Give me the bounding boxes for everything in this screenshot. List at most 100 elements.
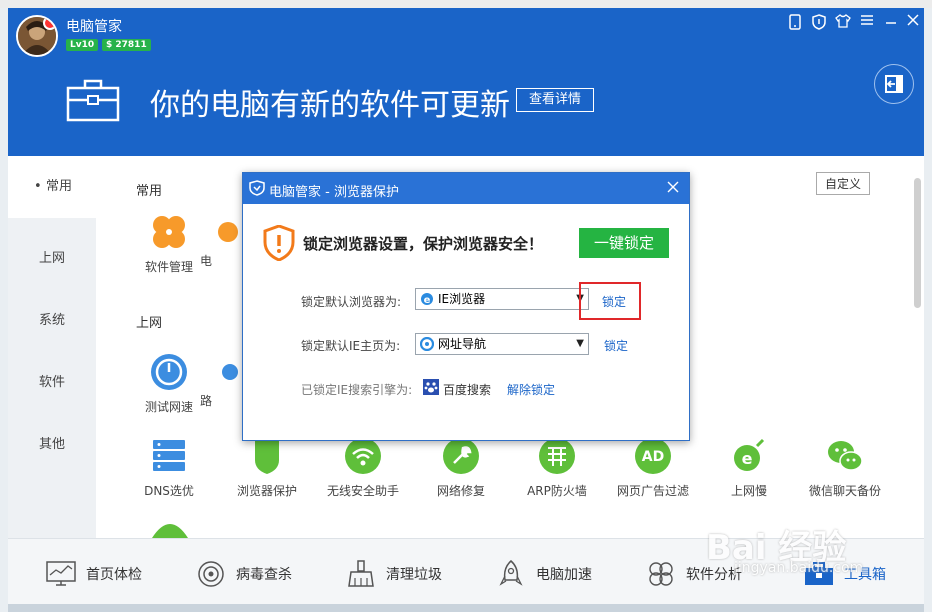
nav-label: 病毒查杀 [236, 567, 292, 583]
monitor-icon [46, 561, 76, 587]
tool-label: 电 [200, 254, 213, 268]
default-browser-select[interactable]: e IE浏览器 ▼ [415, 288, 589, 310]
highlight-box [579, 282, 641, 320]
speedometer-icon [149, 352, 189, 392]
baidu-watermark-url: jingyan.baidu.com [734, 560, 864, 576]
background-right-edge [924, 8, 932, 612]
firewall-icon [537, 436, 577, 476]
default-browser-label: 锁定默认浏览器为: [301, 295, 402, 309]
view-details-button[interactable]: 查看详情 [516, 88, 595, 112]
shield-badge-icon[interactable] [808, 14, 830, 34]
tool-label: 网页广告过滤 [616, 484, 689, 498]
nav-speed-up[interactable]: 电脑加速 [496, 560, 592, 587]
wechat-icon [825, 436, 865, 476]
tool-slow-internet[interactable]: e 上网慢 [704, 436, 794, 499]
dialog-titlebar: 电脑管家 - 浏览器保护 [243, 173, 689, 204]
tool-arp-firewall[interactable]: ARP防火墙 [512, 436, 602, 499]
header-banner: 电脑管家 Lv10 $ 27811 你的电脑有新的软件可更新 查看详情 [8, 8, 924, 156]
level-badge: Lv10 [66, 39, 99, 51]
chevron-down-icon: ▼ [576, 338, 584, 349]
svg-text:e: e [424, 295, 431, 306]
locked-search-value: 百度搜索 [443, 383, 492, 397]
adblock-icon: AD [633, 436, 673, 476]
tool-label: 微信聊天备份 [808, 484, 881, 498]
select-value: 网址导航 [438, 337, 487, 351]
warning-shield-icon [263, 224, 295, 265]
notification-dot [43, 17, 56, 30]
nav-virus-scan[interactable]: 病毒查杀 [196, 561, 292, 587]
default-homepage-label: 锁定默认IE主页为: [301, 339, 401, 353]
lock-all-button[interactable]: 一键锁定 [579, 228, 669, 258]
active-dot: • [34, 179, 42, 194]
section-common-title: 常用 [136, 184, 163, 199]
tool-label: 路 [200, 394, 213, 408]
default-homepage-select[interactable]: 网址导航 ▼ [415, 333, 589, 355]
dialog-message: 锁定浏览器设置，保护浏览器安全！ [303, 235, 544, 253]
ie-icon: e [420, 292, 434, 306]
nav-label: 首页体检 [86, 567, 142, 583]
locked-search-label: 已锁定IE搜索引擎为: [301, 383, 413, 397]
tab-software[interactable]: 软件 [8, 352, 96, 414]
tool-label: 网络修复 [436, 484, 485, 498]
lock-homepage-link[interactable]: 锁定 [604, 337, 628, 354]
section-internet-title: 上网 [136, 316, 163, 331]
tool-network-repair[interactable]: 网络修复 [416, 436, 506, 499]
svg-text:AD: AD [642, 449, 664, 465]
tool-label: 浏览器保护 [236, 484, 297, 498]
minimize-icon[interactable] [880, 14, 902, 30]
tool-wifi-assistant[interactable]: 无线安全助手 [318, 436, 408, 499]
menu-icon[interactable] [856, 14, 878, 30]
exit-toolbox-button[interactable] [874, 64, 914, 104]
customize-button[interactable]: 自定义 [816, 172, 871, 195]
rocket-icon [496, 560, 526, 587]
shield-icon [247, 436, 287, 476]
router-icon [200, 352, 240, 392]
tool-browser-protect[interactable]: 浏览器保护 [222, 436, 312, 499]
pc-manager-logo-icon [249, 180, 265, 200]
unlock-search-link[interactable]: 解除锁定 [507, 381, 555, 398]
skin-icon[interactable] [832, 14, 854, 32]
select-value: IE浏览器 [438, 292, 486, 306]
tool-partial[interactable]: 电 [200, 212, 240, 269]
tool-label: 上网慢 [730, 484, 767, 498]
server-icon [149, 436, 189, 476]
background-left-edge [0, 8, 8, 612]
tab-other[interactable]: 其他 [8, 414, 96, 476]
tool-dns[interactable]: DNS选优 [124, 436, 214, 499]
dialog-title: 电脑管家 - 浏览器保护 [269, 185, 399, 200]
tool-label: DNS选优 [144, 484, 194, 498]
tab-system[interactable]: 系统 [8, 290, 96, 352]
tool-router[interactable]: 路 [200, 352, 240, 409]
update-headline: 你的电脑有新的软件可更新 [150, 88, 510, 123]
nav-clean-junk[interactable]: 清理垃圾 [346, 560, 442, 587]
avatar[interactable] [16, 15, 58, 57]
toolbox-banner-icon [66, 78, 120, 122]
category-tabs: • 常用 上网 系统 软件 其他 [8, 156, 96, 538]
tool-ad-filter[interactable]: AD 网页广告过滤 [608, 436, 698, 499]
clover-icon [149, 212, 189, 252]
tab-internet[interactable]: 上网 [8, 228, 96, 290]
content-scrollbar[interactable] [914, 178, 921, 308]
tab-common[interactable]: • 常用 [8, 156, 96, 218]
partial-icon [200, 212, 240, 252]
tool-label: 无线安全助手 [326, 484, 399, 498]
broom-icon [346, 560, 376, 587]
clover-outline-icon [646, 561, 676, 587]
coins-badge: $ 27811 [102, 39, 151, 51]
navigation-icon [419, 336, 435, 352]
browser-protection-dialog: 电脑管家 - 浏览器保护 锁定浏览器设置，保护浏览器安全！ 一键锁定 锁定默认浏… [242, 172, 690, 441]
dialog-close-icon[interactable] [667, 178, 679, 197]
nav-label: 电脑加速 [536, 567, 592, 583]
app-name: 电脑管家 [66, 19, 122, 35]
tab-label: 常用 [46, 179, 73, 194]
target-icon [196, 561, 226, 587]
nav-label: 清理垃圾 [386, 567, 442, 583]
phone-icon[interactable] [784, 14, 806, 34]
tool-label: ARP防火墙 [527, 484, 587, 498]
pc-manager-window: 电脑管家 Lv10 $ 27811 你的电脑有新的软件可更新 查看详情 • 常用… [8, 8, 924, 604]
nav-home-checkup[interactable]: 首页体检 [46, 561, 142, 587]
close-icon[interactable] [902, 14, 924, 30]
ie-slow-icon: e [729, 436, 769, 476]
tool-wechat-backup[interactable]: 微信聊天备份 [800, 436, 890, 499]
baidu-paw-icon [423, 379, 439, 399]
